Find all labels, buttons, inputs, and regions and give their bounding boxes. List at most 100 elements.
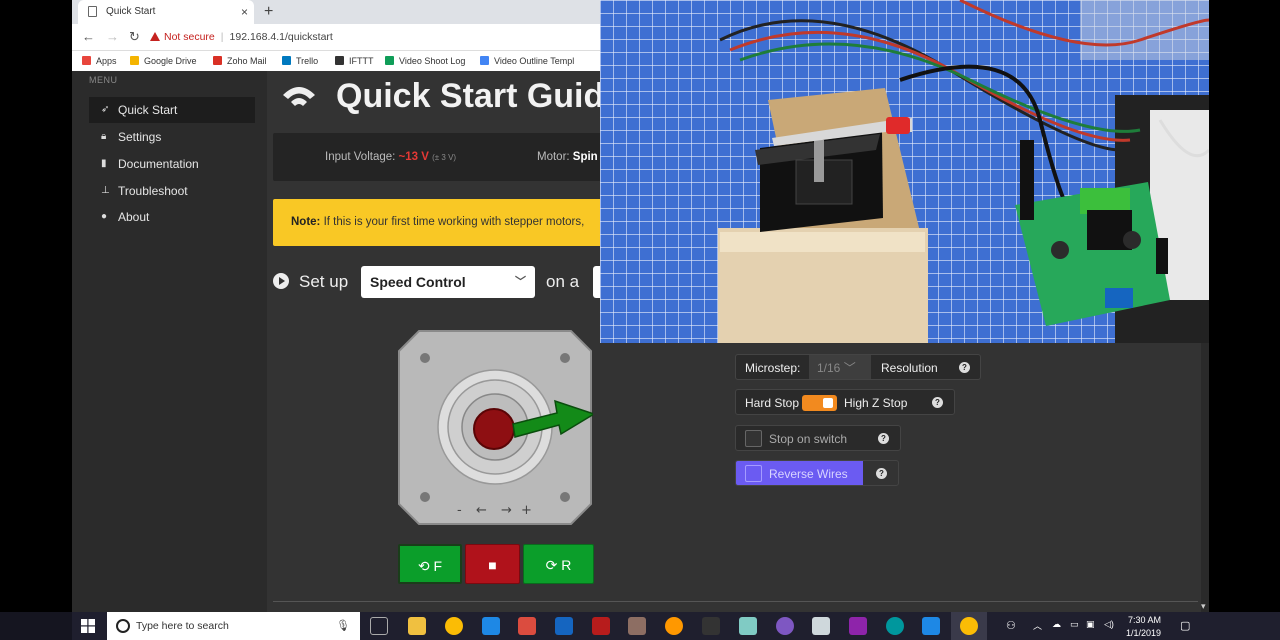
back-icon[interactable]: ←	[82, 29, 95, 44]
hard-stop-label: Hard Stop	[745, 396, 800, 410]
motor-status-readout: Motor: Spin	[537, 151, 598, 163]
bookmark-ifttt[interactable]: IFTTT	[335, 51, 374, 71]
notifications-icon[interactable]: ▢	[1180, 619, 1190, 632]
sidebar-item-about[interactable]: ● About	[89, 204, 255, 230]
stop-on-switch-checkbox[interactable]	[745, 430, 762, 447]
filezilla-icon[interactable]	[592, 617, 610, 635]
play-circle-icon	[273, 273, 289, 289]
tab-title: Quick Start	[106, 6, 156, 17]
chevron-down-icon: ﹀	[843, 361, 856, 375]
sidebar-item-quick-start[interactable]: ➶ Quick Start	[89, 97, 255, 123]
app-icon[interactable]	[849, 617, 867, 635]
reload-icon[interactable]: ↻	[129, 29, 140, 45]
ifttt-icon	[335, 56, 344, 65]
clock-time[interactable]: 7:30 AM	[1128, 615, 1161, 625]
menu-label: MENU	[89, 75, 118, 85]
taskbar-search-box[interactable]: Type here to search 🎙︎	[107, 612, 360, 640]
task-view-icon[interactable]	[370, 617, 388, 635]
sidebar-item-troubleshoot[interactable]: ⊥ Troubleshoot	[89, 178, 255, 204]
warning-icon	[150, 32, 160, 41]
system-tray: ⚇ ︿ ☁ ▭ ▣ ◁) 7:30 AM 1/1/2019 ▢	[1000, 612, 1280, 640]
malwarebytes-icon[interactable]	[555, 617, 573, 635]
network-icon[interactable]: ▣	[1086, 619, 1095, 630]
sidebar-item-settings[interactable]: 🔒︎ Settings	[89, 124, 255, 150]
people-icon[interactable]: ⚇	[1006, 619, 1016, 632]
page-title: Quick Start Guid	[336, 77, 605, 115]
app-icon[interactable]	[776, 617, 794, 635]
resolution-label: Resolution	[881, 361, 938, 375]
help-icon[interactable]: ?	[876, 468, 887, 479]
bookmark-video-outline[interactable]: Video Outline Templ	[480, 51, 574, 71]
todoist-icon[interactable]	[518, 617, 536, 635]
chevron-down-icon: ﹀	[515, 276, 526, 288]
url-text[interactable]: 192.168.4.1/quickstart	[230, 31, 333, 43]
divider	[273, 601, 1198, 602]
app-icon[interactable]	[812, 617, 830, 635]
address-bar[interactable]: Not secure | 192.168.4.1/quickstart	[150, 27, 610, 48]
sidebar-item-documentation[interactable]: ▮ Documentation	[89, 151, 255, 177]
microstep-setting: Microstep: 1/16 ﹀ Resolution ?	[735, 354, 981, 380]
stop-button[interactable]: ■	[465, 544, 520, 584]
windows-taskbar: Type here to search 🎙︎ ⚇ ︿ ☁ ▭ ▣ ◁) 7:30…	[0, 612, 1280, 640]
stop-on-switch-setting: Stop on switch ?	[735, 425, 901, 451]
right-arrow-label: →	[501, 503, 512, 518]
on-a-label: on a	[546, 272, 580, 291]
run-forward-button[interactable]: ⟲ F	[398, 544, 462, 584]
voltage-value: ~13 V	[398, 151, 429, 163]
bookmark-apps[interactable]: Apps	[82, 51, 117, 71]
bookmark-trello[interactable]: Trello	[282, 51, 318, 71]
rotate-ccw-icon: ⟲	[417, 558, 430, 574]
help-icon[interactable]: ?	[932, 397, 943, 408]
close-tab-icon[interactable]: ×	[241, 0, 248, 24]
motor-control-buttons: ⟲ F ■ ⟳ R	[398, 544, 594, 584]
battery-icon[interactable]: ▭	[1070, 619, 1079, 630]
control-mode-select[interactable]: Speed Control ﹀	[361, 266, 535, 298]
chrome-icon[interactable]	[960, 617, 978, 635]
decrease-label: -	[457, 503, 462, 518]
bookmark-google-drive[interactable]: Google Drive	[130, 51, 197, 71]
voltage-tolerance: (± 3 V)	[432, 153, 457, 162]
stop-mode-toggle[interactable]	[802, 395, 837, 411]
stop-mode-setting: Hard Stop High Z Stop ?	[735, 389, 955, 415]
vlc-icon[interactable]	[665, 617, 683, 635]
increase-label: +	[521, 503, 532, 518]
new-tab-button[interactable]: +	[264, 0, 273, 24]
book-icon: ▮	[101, 158, 107, 169]
cloud-icon[interactable]: ☁	[1052, 619, 1061, 630]
chevron-up-icon[interactable]: ︿	[1033, 619, 1042, 632]
bookmark-zoho-mail[interactable]: Zoho Mail	[213, 51, 267, 71]
chrome-icon[interactable]	[445, 617, 463, 635]
trello-app-icon[interactable]	[482, 617, 500, 635]
run-reverse-button[interactable]: ⟳ R	[523, 544, 594, 584]
drive-icon	[130, 56, 139, 65]
browser-tab-quick-start[interactable]: Quick Start ×	[78, 0, 254, 24]
windows-start-icon[interactable]	[81, 619, 95, 633]
page-icon	[88, 6, 97, 17]
clock-date[interactable]: 1/1/2019	[1126, 628, 1161, 638]
sheets-icon	[385, 56, 394, 65]
arduino-icon[interactable]	[886, 617, 904, 635]
stop-on-switch-label: Stop on switch	[769, 432, 848, 446]
volume-icon[interactable]: ◁)	[1104, 619, 1114, 630]
chat-icon[interactable]	[922, 617, 940, 635]
cortana-icon	[116, 619, 130, 633]
lock-icon: 🔒︎	[101, 131, 107, 142]
xd-icon[interactable]	[702, 617, 720, 635]
file-explorer-icon[interactable]	[408, 617, 426, 635]
wifi-icon	[283, 87, 315, 106]
app-icon[interactable]	[739, 617, 757, 635]
motor-status-value: Spin	[572, 151, 598, 163]
reverse-wires-toggle[interactable]: Reverse Wires	[736, 461, 863, 485]
gimp-icon[interactable]	[628, 617, 646, 635]
microstep-select[interactable]: 1/16 ﹀	[809, 355, 871, 379]
left-arrow-label: ←	[476, 503, 487, 518]
microphone-icon[interactable]: 🎙︎	[336, 612, 350, 640]
help-icon[interactable]: ?	[878, 433, 889, 444]
reverse-wires-label: Reverse Wires	[769, 467, 848, 481]
help-icon[interactable]: ?	[959, 362, 970, 373]
bookmark-video-shoot-log[interactable]: Video Shoot Log	[385, 51, 465, 71]
forward-icon[interactable]: →	[106, 29, 119, 44]
reverse-wires-checkbox[interactable]	[745, 465, 762, 482]
setup-label: Set up	[299, 272, 349, 291]
security-warning[interactable]: Not secure	[164, 31, 215, 43]
